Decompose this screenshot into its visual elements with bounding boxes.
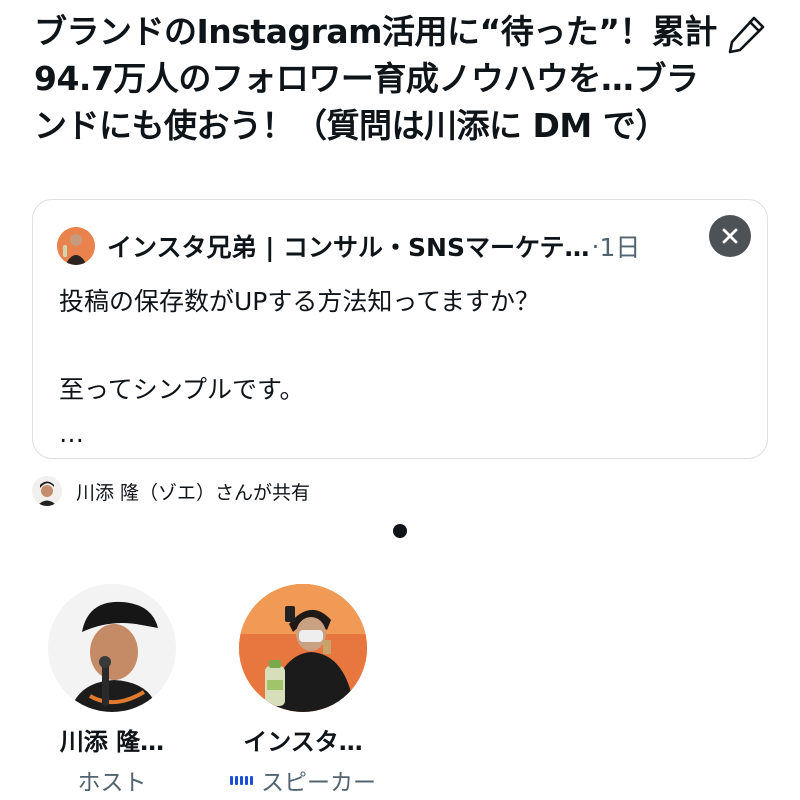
- shared-by-text: 川添 隆（ゾエ）さんが共有: [76, 481, 311, 504]
- participant-host[interactable]: 川添 隆… ホスト: [27, 584, 197, 797]
- role-label: スピーカー: [261, 770, 376, 796]
- sharer-avatar[interactable]: [32, 476, 62, 506]
- tweet-header: インスタ兄弟 | コンサル・SNSマーケテ… · 1日: [57, 226, 737, 266]
- edit-title-button[interactable]: [725, 12, 769, 56]
- tweet-author-name[interactable]: インスタ兄弟 | コンサル・SNSマーケテ…: [107, 228, 589, 264]
- role-label: ホスト: [77, 770, 147, 796]
- tweet-text-line: …: [59, 419, 84, 448]
- avatar-image: [57, 227, 95, 265]
- participant-name: 川添 隆…: [59, 728, 165, 756]
- participant-speaker[interactable]: インスタ… スピーカー: [218, 584, 388, 797]
- shared-by-row: 川添 隆（ゾエ）さんが共有: [32, 474, 310, 508]
- host-avatar[interactable]: [48, 584, 176, 712]
- close-icon: [722, 228, 738, 244]
- avatar-image: [239, 584, 367, 712]
- tweet-text-line: 至ってシンプルです。: [59, 375, 305, 404]
- tweet-text: 投稿の保存数がUPする方法知ってますか？ 至ってシンプルです。 …: [59, 280, 540, 456]
- tweet-text-line: 投稿の保存数がUPする方法知ってますか？: [59, 287, 540, 316]
- speaker-avatar[interactable]: [239, 584, 367, 712]
- space-title: ブランドのInstagram活用に“待った”！累計94.7万人のフォロワー育成ノ…: [34, 12, 717, 145]
- avatar-image: [48, 584, 176, 712]
- tweet-text-line: [59, 324, 540, 368]
- page-indicator-dot: [393, 524, 407, 538]
- participant-role: ホスト: [27, 763, 197, 797]
- audio-wave-icon: [230, 775, 253, 785]
- avatar-image: [32, 476, 62, 506]
- pinned-tweet-card[interactable]: インスタ兄弟 | コンサル・SNSマーケテ… · 1日 投稿の保存数がUPする方…: [32, 199, 768, 459]
- participant-role: スピーカー: [218, 763, 388, 797]
- pencil-icon: [728, 16, 765, 54]
- tweet-separator: ·: [591, 231, 600, 261]
- participant-name: インスタ…: [243, 728, 363, 756]
- tweet-author-avatar[interactable]: [57, 227, 95, 265]
- remove-pinned-tweet-button[interactable]: [709, 215, 751, 257]
- space-header: ブランドのInstagram活用に“待った”！累計94.7万人のフォロワー育成ノ…: [34, 8, 724, 149]
- tweet-timestamp: 1日: [599, 233, 641, 262]
